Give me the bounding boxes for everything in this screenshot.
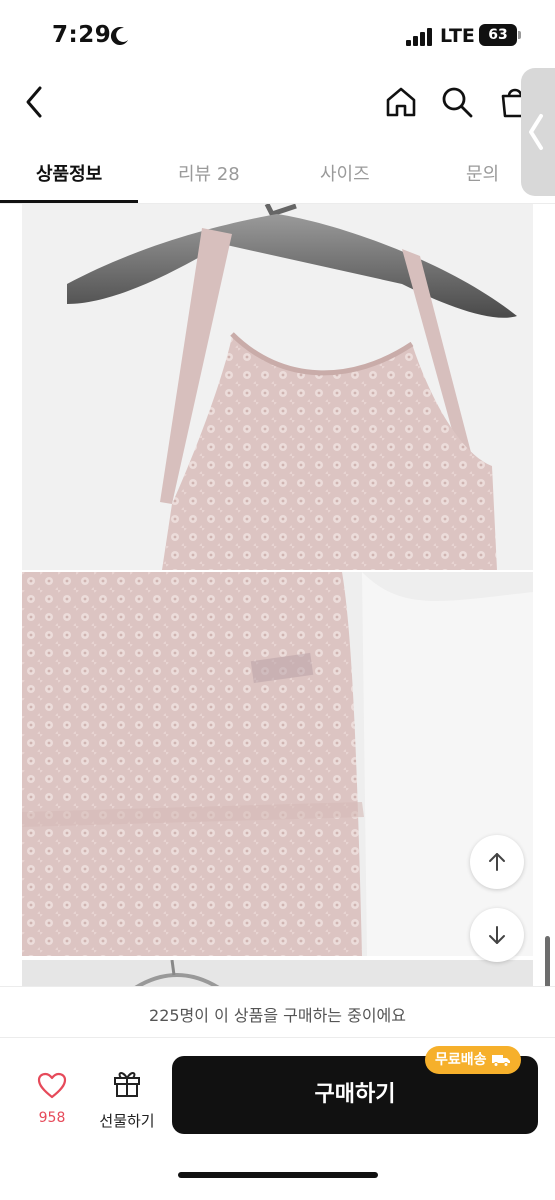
scrollbar[interactable] — [545, 936, 550, 986]
active-tab-indicator — [0, 200, 138, 203]
scroll-down-button[interactable] — [470, 908, 524, 962]
network-label: LTE — [440, 25, 475, 47]
arrow-down-icon — [489, 926, 505, 944]
gift-button[interactable]: 선물하기 — [92, 1068, 162, 1130]
purchase-activity-notice: 225명이 이 상품을 구매하는 중이에요 — [0, 986, 555, 1038]
truck-icon — [491, 1055, 510, 1067]
tab-bar: 상품정보 리뷰 28 사이즈 문의 — [0, 140, 555, 204]
tab-product-info[interactable]: 상품정보 — [36, 160, 102, 186]
tab-size[interactable]: 사이즈 — [320, 160, 370, 186]
battery-icon: 63 — [479, 24, 517, 46]
product-image — [22, 204, 533, 570]
gift-icon — [114, 1072, 140, 1097]
home-icon[interactable] — [384, 85, 418, 119]
battery-tip — [518, 31, 521, 39]
product-detail-images — [0, 204, 555, 986]
product-image — [22, 572, 533, 956]
notice-text: 225명이 이 상품을 구매하는 중이에요 — [149, 1006, 406, 1025]
free-shipping-badge: 무료배송 — [425, 1046, 521, 1074]
status-bar: 7:29 LTE 63 — [0, 0, 555, 70]
free-shipping-label: 무료배송 — [435, 1052, 487, 1068]
like-button[interactable]: 958 — [26, 1070, 78, 1130]
arrow-up-icon — [489, 853, 505, 871]
app-header — [0, 70, 555, 134]
bottom-action-bar: 958 선물하기 구매하기 무료배송 — [0, 1038, 555, 1200]
tab-inquiry[interactable]: 문의 — [466, 160, 499, 186]
tab-reviews[interactable]: 리뷰 28 — [178, 160, 240, 186]
battery-level: 63 — [488, 27, 508, 43]
signal-icon — [406, 28, 434, 46]
status-time: 7:29 — [52, 22, 112, 48]
heart-icon — [37, 1072, 67, 1099]
moon-icon — [110, 27, 128, 46]
scroll-to-top-button[interactable] — [470, 835, 524, 889]
gift-label: 선물하기 — [99, 1112, 155, 1130]
home-indicator — [178, 1172, 378, 1178]
like-count: 958 — [38, 1110, 66, 1126]
chevron-left-icon[interactable] — [18, 82, 54, 122]
search-icon[interactable] — [440, 85, 474, 119]
product-image — [22, 960, 533, 986]
